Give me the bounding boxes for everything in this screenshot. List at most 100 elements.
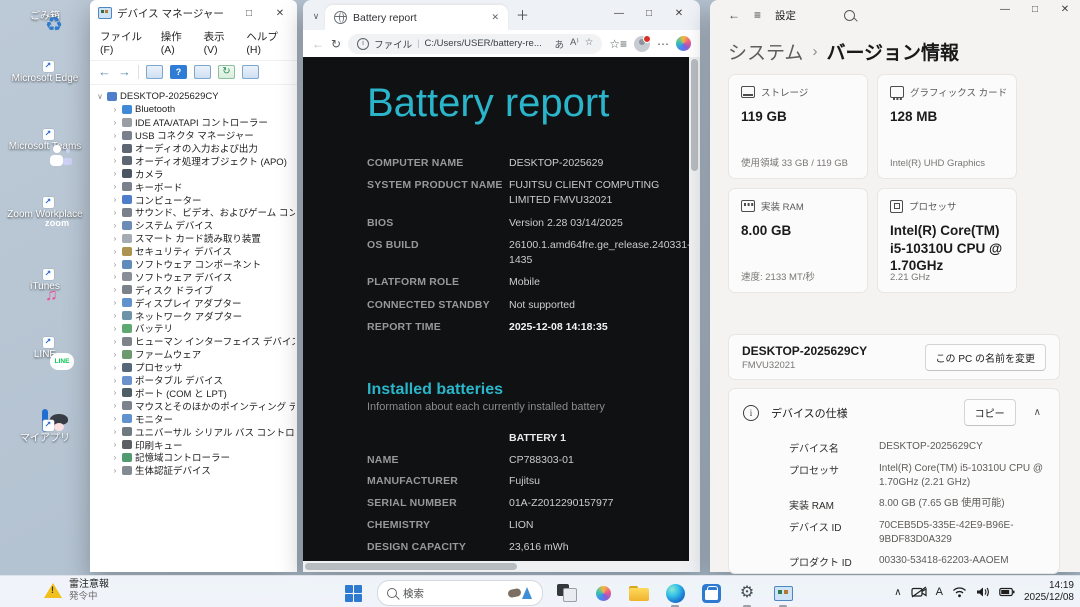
file-explorer-button[interactable] [627,581,651,605]
expand-chevron-icon[interactable]: › [111,118,119,127]
scrollbar-thumb[interactable] [691,59,698,171]
hamburger-menu-icon[interactable]: ≡ [754,8,761,22]
settings-button[interactable]: ⚙ [735,581,759,607]
tree-item[interactable]: › ヒューマン インターフェイス デバイス [94,335,295,348]
tree-item[interactable]: › オーディオの入力および出力 [94,142,295,154]
menu-item[interactable]: ファイル(F) [100,29,149,56]
refresh-icon[interactable]: ↻ [331,37,341,51]
profile-avatar[interactable] [634,34,651,52]
expand-chevron-icon[interactable]: › [111,221,119,230]
chevron-up-icon[interactable]: ∧ [1028,407,1047,418]
tree-item[interactable]: › コンピューター [94,193,295,206]
expand-chevron-icon[interactable]: › [111,324,119,333]
taskbar-search-box[interactable]: 検索 [377,580,543,606]
tree-item[interactable]: › セキュリティ デバイス [94,245,295,258]
rename-pc-button[interactable]: この PC の名前を変更 [924,343,1046,371]
copy-button[interactable]: コピー [963,399,1016,426]
expand-chevron-icon[interactable]: › [111,440,119,449]
browser-tab[interactable]: Battery report ✕ [325,5,508,30]
expand-chevron-icon[interactable]: › [111,182,119,191]
expand-chevron-icon[interactable]: › [111,156,119,165]
spec-card[interactable]: 実装 RAM 8.00 GB 速度: 2133 MT/秒 [728,188,868,293]
desktop-icon-recycle[interactable]: ごみ箱 [6,8,84,22]
show-console-tree-icon[interactable] [146,65,163,79]
tree-item[interactable]: › ユニバーサル シリアル バス コントローラー [94,425,295,438]
close-button[interactable]: ✕ [664,4,694,24]
collapse-chevron-icon[interactable]: ∨ [96,92,104,101]
read-aloud-icon[interactable]: A⁾ [570,37,579,51]
vertical-scrollbar[interactable] [689,57,700,561]
tray-chevron-icon[interactable]: ∧ [894,587,901,598]
horizontal-scrollbar[interactable] [303,561,689,572]
copilot-button[interactable] [591,581,615,605]
expand-chevron-icon[interactable]: › [111,105,119,114]
expand-chevron-icon[interactable]: › [111,350,119,359]
desktop-icon-edge[interactable]: Microsoft Edge [6,61,84,85]
tree-item[interactable]: › ポート (COM と LPT) [94,386,295,399]
tree-item[interactable]: › Bluetooth [94,103,295,116]
expand-chevron-icon[interactable]: › [111,195,119,204]
back-icon[interactable]: ← [98,65,111,78]
wifi-icon[interactable] [952,586,967,598]
desktop-icon-zoom[interactable]: Zoom Workplace [6,197,84,221]
expand-chevron-icon[interactable]: › [111,298,119,307]
edge-button[interactable] [663,581,687,607]
taskbar-weather-widget[interactable]: 雷注意報 発令中 [44,579,109,602]
maximize-button[interactable]: □ [1020,0,1050,20]
expand-chevron-icon[interactable]: › [111,376,119,385]
favorites-icon[interactable]: ☆≡ [609,37,627,51]
more-menu-icon[interactable]: ⋯ [657,37,669,51]
menu-item[interactable]: 表示(V) [204,29,235,56]
tree-item[interactable]: › IDE ATA/ATAPI コントローラー [94,116,295,129]
expand-chevron-icon[interactable]: › [111,208,119,217]
forward-icon[interactable]: → [118,65,131,78]
address-bar[interactable]: i ファイル | C:/Users/USER/battery-re... あ A… [348,33,603,54]
start-button[interactable] [341,581,365,605]
spec-card[interactable]: ストレージ 119 GB 使用領域 33 GB / 119 GB [728,74,868,179]
minimize-button[interactable]: — [990,0,1020,20]
expand-chevron-icon[interactable]: › [111,388,119,397]
tree-item[interactable]: › USB コネクタ マネージャー [94,129,295,142]
expand-chevron-icon[interactable]: › [111,337,119,346]
expand-chevron-icon[interactable]: › [111,247,119,256]
expand-chevron-icon[interactable]: › [111,311,119,320]
tree-item[interactable]: › システム デバイス [94,219,295,232]
desktop-icon-itunes[interactable]: iTunes [6,269,84,293]
device-manager-titlebar[interactable]: デバイス マネージャー □ ✕ [90,0,297,26]
tree-item[interactable]: › カメラ [94,167,295,180]
tree-item[interactable]: › サウンド、ビデオ、およびゲーム コントローラー [94,206,295,219]
tree-item[interactable]: › ソフトウェア デバイス [94,270,295,283]
tree-item[interactable]: › 印刷キュー [94,438,295,451]
maximize-button[interactable]: □ [634,4,664,24]
minimize-button[interactable]: — [604,4,634,24]
tab-close-icon[interactable]: ✕ [488,10,502,25]
tree-item[interactable]: › キーボード [94,180,295,193]
properties-icon[interactable] [194,65,211,79]
ime-mode-indicator[interactable]: A [936,586,943,598]
expand-chevron-icon[interactable]: › [111,234,119,243]
tree-item[interactable]: › ソフトウェア コンポーネント [94,258,295,270]
expand-chevron-icon[interactable]: › [111,272,119,281]
tree-item[interactable]: › スマート カード読み取り装置 [94,232,295,245]
expand-chevron-icon[interactable]: › [111,131,119,140]
expand-chevron-icon[interactable]: › [111,260,119,269]
tree-item[interactable]: › ネットワーク アダプター [94,309,295,322]
tree-item[interactable]: › ポータブル デバイス [94,374,295,386]
new-tab-button[interactable]: ＋ [516,5,529,24]
tree-item[interactable]: › プロセッサ [94,361,295,374]
device-spec-header[interactable]: i デバイスの仕様 コピー ∧ [729,389,1059,434]
tree-item[interactable]: › マウスとそのほかのポインティング デバイス [94,399,295,412]
back-icon[interactable]: ← [312,37,324,51]
tree-item[interactable]: › ディスプレイ アダプター [94,296,295,309]
search-icon[interactable] [844,9,856,21]
expand-chevron-icon[interactable]: › [111,414,119,423]
maximize-button[interactable]: □ [236,3,262,23]
back-icon[interactable]: ← [728,8,740,22]
desktop-icon-custom[interactable]: マイアプリ [6,409,84,444]
bookmark-star-icon[interactable]: ☆ [585,37,594,51]
spec-card[interactable]: プロセッサ Intel(R) Core(TM) i5-10310U CPU @ 1… [877,188,1017,293]
copilot-icon[interactable] [676,36,691,51]
close-button[interactable]: ✕ [1050,0,1080,20]
tree-item[interactable]: › ディスク ドライブ [94,283,295,296]
desktop-icon-line[interactable]: LINE [6,337,84,361]
